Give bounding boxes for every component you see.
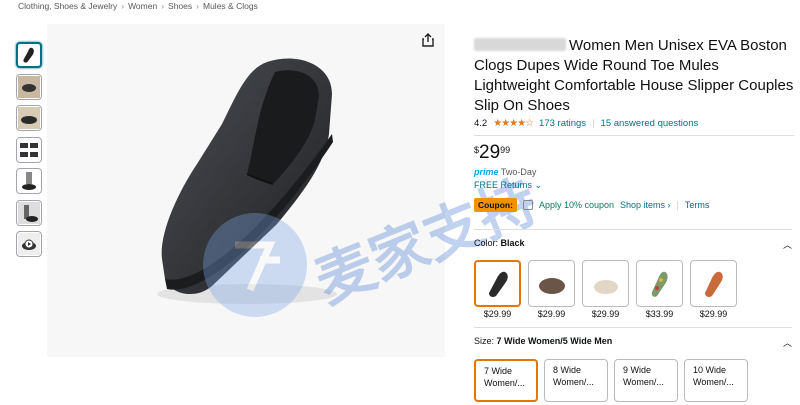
size-label: Size: [474,336,495,346]
color-section: Color: Black ︿ $29.99 $29.99 $29.99 $33.… [474,229,792,319]
thumbnail-4[interactable] [16,136,42,163]
ratings-link[interactable]: 173 ratings [539,118,586,129]
thumbnail-1[interactable] [16,42,42,68]
terms-link[interactable]: Terms [685,200,710,210]
size-option-9-wide[interactable]: 9 Wide Women/... [614,359,678,402]
thumbnail-6[interactable] [16,199,42,226]
main-product-image[interactable] [47,24,445,357]
star-rating-icon[interactable]: ★★★★☆ [493,118,534,129]
chevron-up-icon[interactable]: ︿ [783,238,792,251]
free-returns-link[interactable]: FREE Returns ⌄ [474,180,794,191]
breadcrumb-item[interactable]: Shoes [168,1,192,11]
breadcrumb-item[interactable]: Clothing, Shoes & Jewelry [18,1,117,11]
size-option-7-wide[interactable]: 7 Wide Women/... [474,359,538,402]
shop-items-link[interactable]: Shop items › [620,200,671,210]
share-icon[interactable] [421,33,437,49]
size-section: Size: 7 Wide Women/5 Wide Men ︿ 7 Wide Wo… [474,327,792,402]
product-info: Women Men Unisex EVA Boston Clogs Dupes … [474,36,794,212]
prime-logo: prime [474,167,499,177]
swatch-pattern[interactable]: $33.99 [636,260,683,319]
thumbnail-video[interactable] [16,231,42,257]
coupon-text[interactable]: Apply 10% coupon [539,200,614,210]
size-option-8-wide[interactable]: 8 Wide Women/... [544,359,608,402]
chevron-down-icon: ⌄ [534,180,543,190]
size-option-10-wide[interactable]: 10 Wide Women/... [684,359,748,402]
breadcrumb-item[interactable]: Women [128,1,157,11]
thumbnail-list [16,42,43,263]
chevron-up-icon[interactable]: ︿ [783,336,792,349]
size-options: 7 Wide Women/... 8 Wide Women/... 9 Wide Wo… [474,359,792,402]
coupon-row: Coupon: Apply 10% coupon Shop items › | … [474,198,794,212]
color-label: Color: [474,238,499,248]
prime-shipping: prime Two-Day [474,167,537,177]
questions-link[interactable]: 15 answered questions [601,118,699,129]
swatch-beige[interactable]: $29.99 [582,260,629,319]
thumbnail-3[interactable] [16,105,42,131]
color-value: Black [500,238,525,248]
product-title: Women Men Unisex EVA Boston Clogs Dupes … [474,37,794,114]
rating-value: 4.2 [474,118,488,129]
thumbnail-5[interactable] [16,168,42,194]
swatch-brown[interactable]: $29.99 [528,260,575,319]
brand-redacted [474,38,566,51]
size-value: 7 Wide Women/5 Wide Men [496,336,613,346]
coupon-checkbox[interactable] [522,200,533,210]
color-swatches: $29.99 $29.99 $29.99 $33.99 $29.99 [474,260,792,319]
rating-row: 4.2 ★★★★☆ 173 ratings | 15 answered ques… [474,118,699,129]
coupon-badge: Coupon: [474,198,517,212]
breadcrumb-item[interactable]: Mules & Clogs [203,1,258,11]
price: $29 99 [474,142,511,163]
breadcrumb: Clothing, Shoes & Jewelry › Women › Shoes › Mu… [18,1,258,11]
thumbnail-2[interactable] [16,73,42,100]
swatch-orange[interactable]: $29.99 [690,260,737,319]
swatch-black[interactable]: $29.99 [474,260,521,319]
